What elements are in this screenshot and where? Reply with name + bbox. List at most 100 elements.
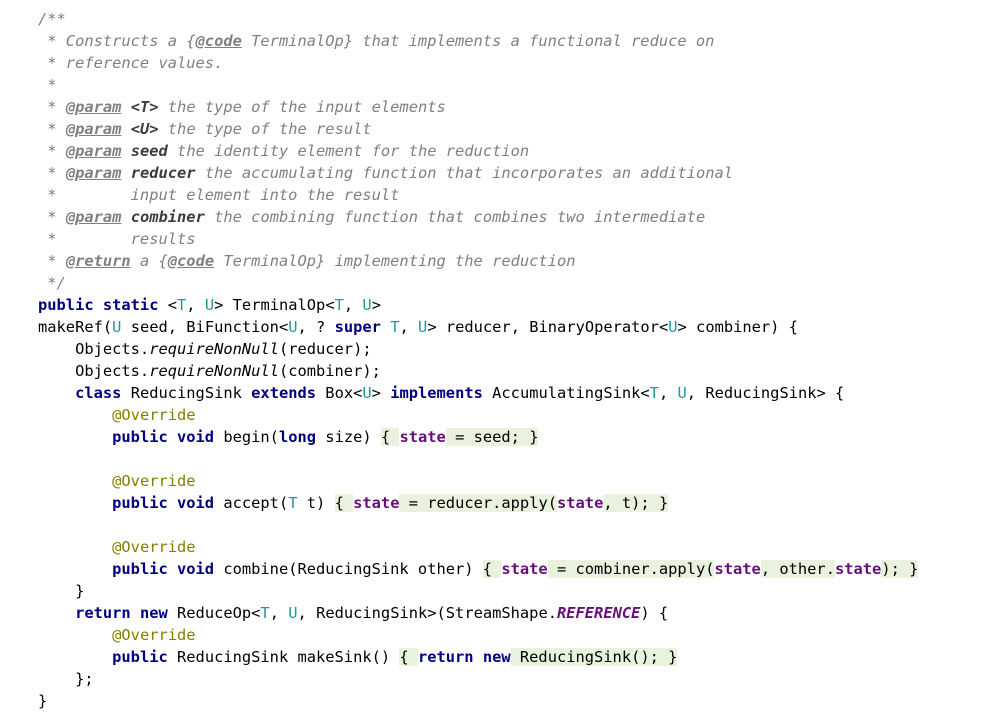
code-token: public: [112, 648, 168, 666]
code-token: = reducer.apply(: [399, 494, 557, 512]
code-line[interactable]: return new ReduceOp<T, U, ReducingSink>(…: [0, 602, 1002, 624]
code-line[interactable]: * @param <T> the type of the input eleme…: [0, 96, 1002, 118]
code-line[interactable]: public static <T, U> TerminalOp<T, U>: [0, 294, 1002, 316]
code-line[interactable]: * input element into the result: [0, 184, 1002, 206]
code-token: AccumulatingSink<: [482, 384, 650, 402]
code-token: public void: [112, 560, 215, 578]
code-token: @param: [65, 164, 122, 182]
code-line[interactable]: * @param reducer the accumulating functi…: [0, 162, 1002, 184]
code-token: *: [38, 120, 66, 138]
code-token: @Override: [112, 472, 196, 490]
code-token: combiner: [130, 208, 205, 226]
code-line[interactable]: makeRef(U seed, BiFunction<U, ? super T,…: [0, 316, 1002, 338]
code-line[interactable]: public void begin(long size) { state = s…: [0, 426, 1002, 448]
code-token: @return: [65, 252, 131, 270]
code-line[interactable]: @Override: [0, 470, 1002, 492]
code-token: <U>: [130, 120, 159, 138]
code-token: @Override: [112, 406, 196, 424]
code-line[interactable]: @Override: [0, 624, 1002, 646]
code-line[interactable]: * @param seed the identity element for t…: [0, 140, 1002, 162]
code-token: T: [260, 604, 270, 622]
code-token: , ?: [297, 318, 335, 336]
code-token: super: [334, 318, 381, 336]
code-token: */: [38, 274, 66, 292]
code-line[interactable]: * reference values.: [0, 52, 1002, 74]
code-token: size): [316, 428, 381, 446]
code-token: TerminalOp} implementing the reduction: [214, 252, 576, 270]
code-token: public void: [112, 428, 215, 446]
code-token: {: [380, 428, 400, 446]
code-line[interactable]: * @param combiner the combining function…: [0, 206, 1002, 228]
code-token: * Constructs a {: [38, 32, 196, 50]
code-line[interactable]: Objects.requireNonNull(reducer);: [0, 338, 1002, 360]
code-token: T: [649, 384, 659, 402]
code-token: @param: [65, 142, 122, 160]
code-token: >: [371, 296, 381, 314]
code-token: Objects.: [38, 362, 150, 380]
code-token: reducer: [130, 164, 196, 182]
code-line[interactable]: public void accept(T t) { state = reduce…: [0, 492, 1002, 514]
code-token: t): [297, 494, 335, 512]
code-line[interactable]: /**: [0, 8, 1002, 30]
code-line[interactable]: * @return a {@code TerminalOp} implement…: [0, 250, 1002, 272]
code-line[interactable]: class ReducingSink extends Box<U> implem…: [0, 382, 1002, 404]
code-token: public void: [112, 494, 215, 512]
code-token: >: [371, 384, 391, 402]
code-token: extends: [251, 384, 317, 402]
code-token: U: [288, 604, 298, 622]
code-token: a {: [130, 252, 168, 270]
code-token: state: [399, 428, 446, 446]
code-token: state: [557, 494, 604, 512]
code-token: (combiner);: [278, 362, 381, 380]
code-token: @code: [167, 252, 215, 270]
code-line[interactable]: };: [0, 668, 1002, 690]
code-line[interactable]: *: [0, 74, 1002, 96]
code-token: /**: [38, 10, 66, 28]
code-token: state: [501, 560, 548, 578]
code-line[interactable]: [0, 448, 1002, 470]
code-line[interactable]: * results: [0, 228, 1002, 250]
code-token: begin(: [214, 428, 279, 446]
code-token: <: [158, 296, 178, 314]
code-token: T: [288, 494, 298, 512]
code-token: }: [38, 582, 85, 600]
code-token: the identity element for the reduction: [167, 142, 530, 160]
code-line[interactable]: [0, 514, 1002, 536]
code-token: REFERENCE: [556, 604, 641, 622]
code-line[interactable]: public ReducingSink makeSink() { return …: [0, 646, 1002, 668]
code-token: U: [418, 318, 428, 336]
code-token: seed: [130, 142, 168, 160]
code-line[interactable]: * Constructs a {@code TerminalOp} that i…: [0, 30, 1002, 52]
code-editor[interactable]: /** * Constructs a {@code TerminalOp} th…: [0, 0, 1002, 718]
code-line[interactable]: @Override: [0, 536, 1002, 558]
code-line[interactable]: * @param <U> the type of the result: [0, 118, 1002, 140]
code-token: };: [38, 670, 94, 688]
code-token: T: [177, 296, 187, 314]
code-line[interactable]: public void combine(ReducingSink other) …: [0, 558, 1002, 580]
code-token: state: [714, 560, 761, 578]
code-token: <T>: [130, 98, 159, 116]
code-token: = seed; }: [445, 428, 539, 446]
code-line[interactable]: @Override: [0, 404, 1002, 426]
code-line[interactable]: }: [0, 580, 1002, 602]
code-token: U: [677, 384, 687, 402]
code-token: ,: [399, 318, 419, 336]
code-token: state: [834, 560, 882, 578]
code-line[interactable]: }: [0, 690, 1002, 712]
code-token: U: [362, 384, 372, 402]
code-token: , ReducingSink> {: [686, 384, 845, 402]
code-token: {: [334, 494, 354, 512]
code-token: the type of the input elements: [158, 98, 446, 116]
code-token: ) {: [640, 604, 669, 622]
code-token: * results: [38, 230, 196, 248]
code-line[interactable]: */: [0, 272, 1002, 294]
code-line[interactable]: Objects.requireNonNull(combiner);: [0, 360, 1002, 382]
code-token: class: [75, 384, 122, 402]
code-token: *: [38, 98, 66, 116]
